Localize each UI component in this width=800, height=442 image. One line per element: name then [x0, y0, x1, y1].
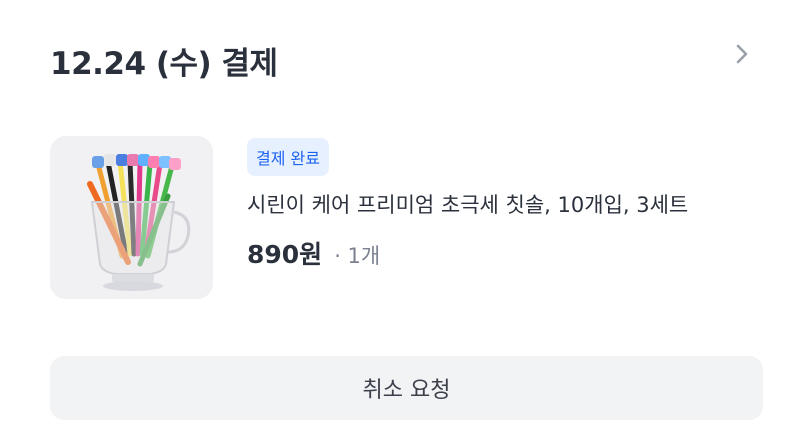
- toothbrush-image: [50, 136, 213, 299]
- status-badge: 결제 완료: [247, 138, 329, 176]
- quantity: · 1개: [334, 244, 381, 268]
- order-header[interactable]: 12.24 (수) 결제: [50, 34, 760, 84]
- product-name[interactable]: 시린이 케어 프리미엄 초극세 칫솔, 10개입, 3세트: [247, 189, 767, 219]
- price: 890원: [247, 240, 323, 269]
- cancel-request-button[interactable]: 취소 요청: [50, 356, 763, 420]
- product-thumbnail[interactable]: [50, 136, 213, 299]
- chevron-right-icon[interactable]: [730, 40, 754, 68]
- price-row: 890원 · 1개: [247, 235, 767, 271]
- order-date-title: 12.24 (수) 결제: [50, 46, 278, 82]
- order-item-info: 결제 완료 시린이 케어 프리미엄 초극세 칫솔, 10개입, 3세트 890원…: [247, 138, 767, 271]
